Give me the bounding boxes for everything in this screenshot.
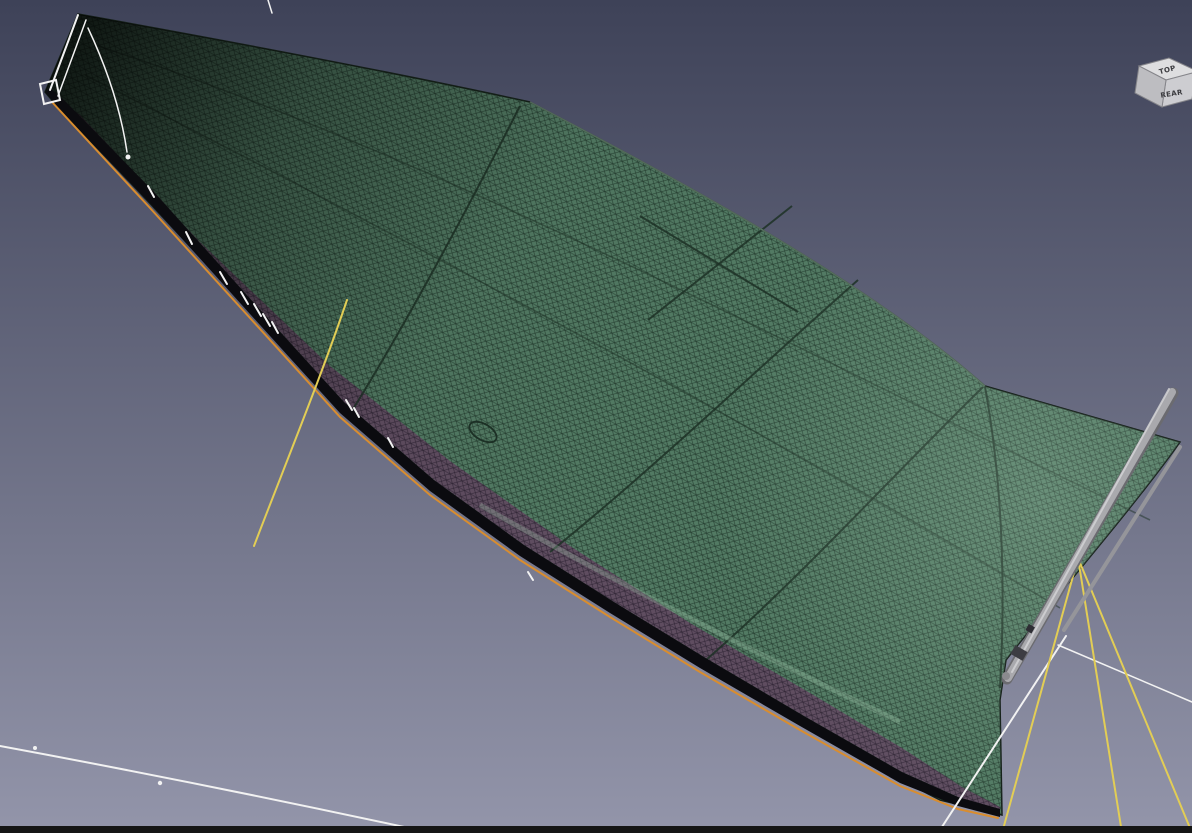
viewport-canvas[interactable]: TOP REAR <box>0 0 1192 833</box>
rope-dot <box>158 781 162 785</box>
rope-dot <box>33 746 37 750</box>
bottom-bar <box>0 826 1192 833</box>
mast-foot[interactable] <box>1002 672 1010 680</box>
halyard-end-dot <box>126 155 131 160</box>
cad-3d-viewport[interactable]: TOP REAR <box>0 0 1192 833</box>
